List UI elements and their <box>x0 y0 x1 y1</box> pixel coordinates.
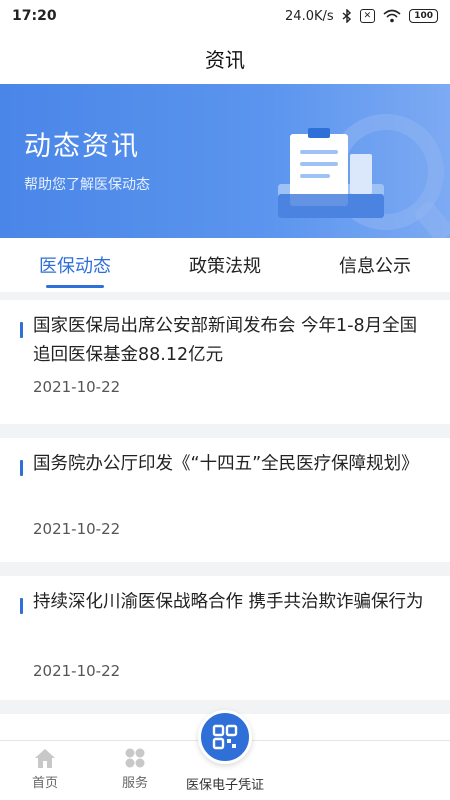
e-voucher-button[interactable] <box>198 710 252 764</box>
news-headline: 持续深化川渝医保战略合作 携手共治欺诈骗保行为 <box>33 592 424 612</box>
list-item[interactable]: 持续深化川渝医保战略合作 携手共治欺诈骗保行为 2021-10-22 <box>0 576 450 700</box>
network-speed: 24.0K/s <box>285 8 334 24</box>
news-date: 2021-10-22 <box>33 378 121 396</box>
status-bar: 17:20 24.0K/s ✕ 100 <box>0 0 450 32</box>
tab-policies-regulations[interactable]: 政策法规 <box>150 238 300 292</box>
news-headline: 国务院办公厅印发《“十四五”全民医疗保障规划》 <box>33 454 419 474</box>
nav-services[interactable]: 服务 <box>95 747 175 791</box>
home-icon <box>35 749 55 768</box>
news-headline: 国家医保局出席公安部新闻发布会 今年1-8月全国追回医保基金88.12亿元 <box>33 316 418 365</box>
e-voucher-label: 医保电子凭证 <box>185 778 264 793</box>
news-date: 2021-10-22 <box>33 662 121 680</box>
banner-title: 动态资讯 <box>24 131 140 162</box>
nav-home[interactable]: 首页 <box>5 747 85 791</box>
battery-icon: 100 <box>409 9 438 23</box>
status-time: 17:20 <box>12 8 57 24</box>
banner-subtitle: 帮助您了解医保动态 <box>24 177 150 193</box>
list-item[interactable]: 国务院办公厅印发《“十四五”全民医疗保障规划》 2021-10-22 <box>0 438 450 562</box>
item-accent-bar <box>20 598 23 614</box>
tab-public-notices[interactable]: 信息公示 <box>300 238 450 292</box>
wifi-icon <box>383 9 401 23</box>
services-grid-icon <box>125 748 145 768</box>
category-tabs: 医保动态 政策法规 信息公示 <box>0 238 450 292</box>
news-banner: 动态资讯 帮助您了解医保动态 <box>0 84 450 238</box>
page-title: 资讯 <box>205 47 245 72</box>
nav-home-label: 首页 <box>31 776 58 791</box>
sim-icon: ✕ <box>359 9 376 23</box>
nav-services-label: 服务 <box>121 776 148 791</box>
item-accent-bar <box>20 322 23 338</box>
tab-medical-insurance-news[interactable]: 医保动态 <box>0 238 150 292</box>
item-accent-bar <box>20 460 23 476</box>
bluetooth-icon <box>342 9 351 23</box>
app-bar: 资讯 <box>0 32 450 84</box>
list-item[interactable]: 国家医保局出席公安部新闻发布会 今年1-8月全国追回医保基金88.12亿元 20… <box>0 300 450 424</box>
document-search-illustration-icon <box>278 114 450 238</box>
qr-code-icon <box>212 724 238 750</box>
status-icons: 24.0K/s ✕ 100 <box>285 9 438 24</box>
news-date: 2021-10-22 <box>33 520 121 538</box>
